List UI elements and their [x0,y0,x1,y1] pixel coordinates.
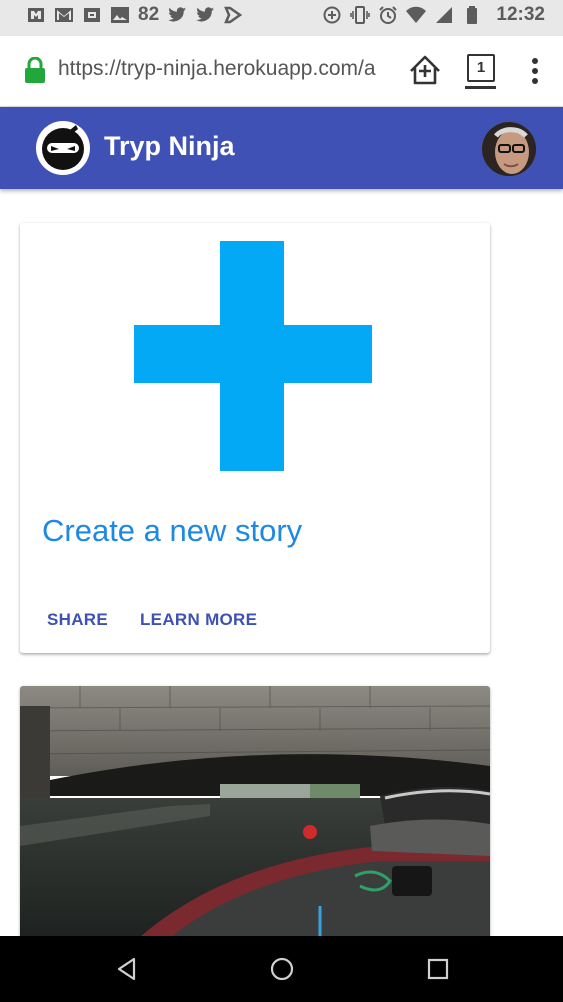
status-bar: 82 12:32 [0,0,563,36]
system-icons: 12:32 [322,4,545,26]
app-title: Tryp Ninja [104,131,235,161]
amazon-icon [82,5,102,25]
create-story-title[interactable]: Create a new story [42,513,302,549]
amazon-icon [26,5,46,25]
back-icon[interactable] [114,956,140,982]
system-nav-bar [0,936,563,1002]
feedly-icon [223,5,243,25]
data-saver-icon [322,5,342,25]
overflow-menu-icon[interactable] [524,56,548,86]
tab-switcher-button[interactable]: 1 [467,54,495,82]
story-photo-card[interactable] [20,686,490,946]
battery-icon [462,5,482,25]
twitter-icon [195,5,215,25]
home-icon[interactable] [269,956,295,982]
alarm-icon [378,5,398,25]
notification-icons: 82 [26,4,243,26]
story-photo[interactable] [20,686,490,946]
learn-more-button[interactable]: LEARN MORE [140,610,257,630]
share-button[interactable]: SHARE [47,610,108,630]
clock: 12:32 [496,4,545,25]
home-icon[interactable] [408,53,442,87]
app-bar: Tryp Ninja [0,107,563,189]
notification-count: 82 [138,4,160,25]
vibrate-icon [350,5,371,25]
gmail-icon [54,5,74,25]
ninja-logo-icon[interactable] [36,121,90,175]
plus-icon[interactable] [134,241,372,471]
tab-switcher-underline [465,86,496,89]
image-icon [110,5,130,25]
twitter-icon [167,5,187,25]
recents-icon[interactable] [425,956,451,982]
browser-toolbar: https://tryp-ninja.herokuapp.com/a 1 [0,36,563,107]
create-story-card[interactable]: Create a new story SHARE LEARN MORE [20,223,490,653]
avatar[interactable] [482,122,536,176]
wifi-icon [406,5,427,25]
signal-icon [434,5,454,25]
url-field[interactable]: https://tryp-ninja.herokuapp.com/a [58,57,396,85]
lock-icon[interactable] [24,56,46,83]
